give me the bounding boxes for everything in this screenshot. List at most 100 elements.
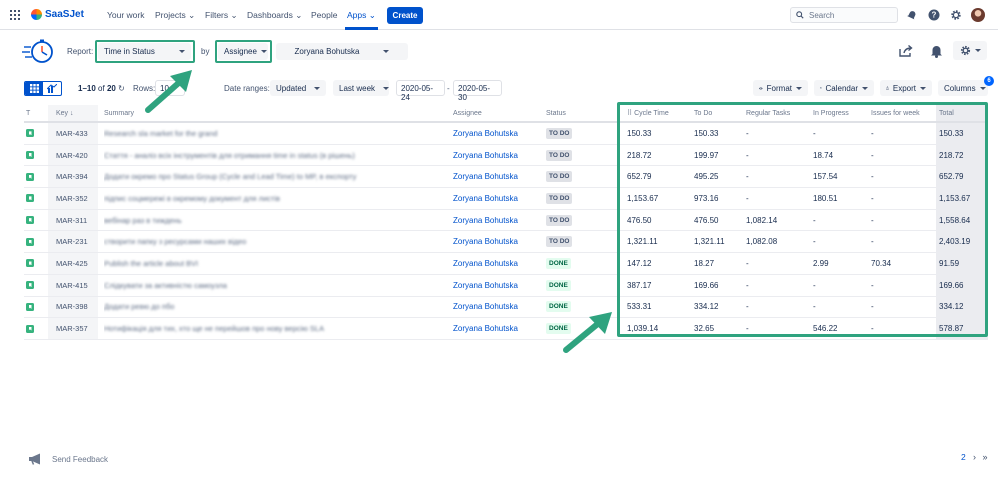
issue-key[interactable]: MAR-398 bbox=[50, 297, 98, 318]
issue-key[interactable]: MAR-352 bbox=[50, 188, 98, 209]
assignee-link[interactable]: Zoryana Bohutska bbox=[453, 166, 543, 187]
assignee-select[interactable]: Zoryana Bohutska bbox=[276, 43, 408, 60]
table-row[interactable]: MAR-425 Publish the article about BVI Zory… bbox=[24, 253, 988, 275]
table-row[interactable]: MAR-311 вебінар раз в тиждень Zoryana Bohu… bbox=[24, 209, 988, 232]
share-icon[interactable] bbox=[897, 42, 915, 60]
summary-cell[interactable]: Стаття - аналіз всіх інструментів для от… bbox=[104, 145, 444, 166]
export-button[interactable]: Export bbox=[880, 80, 932, 96]
notifications-icon[interactable] bbox=[906, 9, 918, 21]
date-from-input[interactable]: 2020-05-24 bbox=[396, 80, 445, 102]
nav-apps[interactable]: Apps ⌄ bbox=[347, 10, 376, 21]
table-row[interactable]: MAR-352 підпис соцмережі в окремому докум… bbox=[24, 188, 988, 210]
chart-view-button[interactable] bbox=[43, 82, 61, 95]
create-button[interactable]: Create bbox=[387, 7, 423, 24]
columns-label: Columns bbox=[944, 83, 976, 93]
refresh-icon[interactable]: ↻ bbox=[118, 84, 125, 93]
table-row[interactable]: MAR-415 Слідкувати за активністю самоузла… bbox=[24, 274, 988, 297]
period-select[interactable]: Last week bbox=[333, 80, 390, 96]
next-page-controls[interactable]: › » bbox=[973, 452, 990, 462]
report-type-select[interactable]: Time in Status bbox=[98, 43, 191, 60]
period-value: Last week bbox=[339, 83, 376, 93]
calendar-button[interactable]: Calendar bbox=[814, 80, 874, 96]
assignee-link[interactable]: Zoryana Bohutska bbox=[453, 275, 543, 296]
col-summary-header[interactable]: Summary bbox=[104, 105, 444, 121]
issue-key[interactable]: MAR-311 bbox=[50, 210, 98, 231]
col-total-header[interactable]: Total bbox=[936, 105, 988, 121]
issues-for-week-cell: - bbox=[871, 237, 874, 247]
nav-dashboards[interactable]: Dashboards ⌄ bbox=[247, 10, 302, 21]
user-avatar[interactable] bbox=[971, 8, 985, 22]
help-icon[interactable]: ? bbox=[928, 9, 940, 21]
col-in-progress-header[interactable]: In Progress bbox=[810, 105, 870, 121]
group-by-select[interactable]: Assignee bbox=[218, 43, 268, 60]
in-progress-cell: - bbox=[813, 215, 816, 225]
nav-filters[interactable]: Filters ⌄ bbox=[205, 10, 238, 21]
col-type-header[interactable]: T bbox=[26, 105, 40, 121]
issue-key[interactable]: MAR-394 bbox=[50, 166, 98, 187]
assignee-link[interactable]: Zoryana Bohutska bbox=[453, 318, 543, 339]
col-todo-header[interactable]: To Do bbox=[691, 105, 741, 121]
assignee-link[interactable]: Zoryana Bohutska bbox=[453, 253, 543, 274]
issue-key[interactable]: MAR-420 bbox=[50, 145, 98, 166]
nav-your-work[interactable]: Your work bbox=[107, 10, 144, 20]
summary-text: Нотифікація для тих, хто ще не перейшов … bbox=[104, 324, 325, 334]
settings-gear-icon[interactable] bbox=[950, 9, 962, 21]
rows-per-page-input[interactable]: 10 bbox=[155, 80, 185, 96]
table-row[interactable]: MAR-357 Нотифікація для тих, хто ще не пе… bbox=[24, 318, 988, 340]
summary-cell[interactable]: Publish the article about BVI bbox=[104, 253, 444, 274]
issue-key[interactable]: MAR-433 bbox=[50, 123, 98, 144]
issue-key[interactable]: MAR-231 bbox=[50, 231, 98, 252]
col-key-header[interactable]: Key ↓ bbox=[50, 105, 98, 121]
summary-cell[interactable]: Додати ревю до пбо bbox=[104, 297, 444, 318]
cycle-time-cell: 652.79 bbox=[627, 172, 652, 182]
date-field-select[interactable]: Updated bbox=[270, 80, 326, 96]
assignee-link[interactable]: Zoryana Bohutska bbox=[453, 145, 543, 166]
report-settings-button[interactable] bbox=[953, 41, 987, 60]
table-row[interactable]: MAR-433 Research sla market for the grand… bbox=[24, 123, 988, 145]
assignee-link[interactable]: Zoryana Bohutska bbox=[453, 210, 543, 231]
nav-people[interactable]: People bbox=[311, 10, 337, 20]
app-switcher-icon[interactable] bbox=[10, 10, 20, 20]
format-button[interactable]: Format bbox=[753, 80, 808, 96]
table-row[interactable]: MAR-394 Додати окремо про Status Group (C… bbox=[24, 166, 988, 189]
drag-handle-icon[interactable]: ⠿ bbox=[627, 109, 632, 117]
assignee-link[interactable]: Zoryana Bohutska bbox=[453, 231, 543, 252]
calendar-label: Calendar bbox=[825, 83, 858, 93]
brand-logo[interactable]: SaaSJet bbox=[31, 9, 84, 20]
nav-projects[interactable]: Projects ⌄ bbox=[155, 10, 195, 21]
col-cycle-time-header[interactable]: ⠿ Cycle Time bbox=[624, 105, 689, 121]
issue-type-cell bbox=[26, 231, 40, 252]
table-row[interactable]: MAR-420 Стаття - аналіз всіх інструментів… bbox=[24, 144, 988, 167]
send-feedback-link[interactable]: Send Feedback bbox=[28, 453, 108, 465]
summary-cell[interactable]: Нотифікація для тих, хто ще не перейшов … bbox=[104, 318, 444, 339]
summary-cell[interactable]: Додати окремо про Status Group (Cycle an… bbox=[104, 166, 444, 187]
table-row[interactable]: MAR-398 Додати ревю до пбо Zoryana Bohutsk… bbox=[24, 296, 988, 319]
search-input[interactable]: Search bbox=[790, 7, 898, 23]
page-2-link[interactable]: 2 bbox=[961, 452, 966, 462]
col-regular-tasks-header[interactable]: Regular Tasks bbox=[743, 105, 808, 121]
summary-cell[interactable]: підпис соцмережі в окремому документ для… bbox=[104, 188, 444, 209]
export-icon bbox=[886, 86, 889, 90]
table-row[interactable]: MAR-231 створити папку з ресурсами наших … bbox=[24, 231, 988, 254]
megaphone-icon bbox=[29, 453, 40, 465]
col-assignee-header[interactable]: Assignee bbox=[453, 105, 543, 121]
date-to-input[interactable]: 2020-05-30 bbox=[453, 80, 502, 102]
total-cell: 218.72 bbox=[939, 150, 964, 160]
assignee-link[interactable]: Zoryana Bohutska bbox=[453, 297, 543, 318]
issue-key[interactable]: MAR-415 bbox=[50, 275, 98, 296]
col-issues-for-week-header[interactable]: Issues for week bbox=[868, 105, 938, 121]
summary-cell[interactable]: Research sla market for the grand bbox=[104, 123, 444, 144]
bell-icon[interactable] bbox=[927, 42, 945, 60]
columns-button[interactable]: Columns bbox=[938, 80, 988, 96]
summary-cell[interactable]: вебінар раз в тиждень bbox=[104, 210, 444, 231]
assignee-link[interactable]: Zoryana Bohutska bbox=[453, 123, 543, 144]
col-status-header[interactable]: Status bbox=[546, 105, 614, 121]
assignee-link[interactable]: Zoryana Bohutska bbox=[453, 188, 543, 209]
issue-key[interactable]: MAR-357 bbox=[50, 318, 98, 339]
summary-cell[interactable]: створити папку з ресурсами наших відео bbox=[104, 231, 444, 252]
summary-cell[interactable]: Слідкувати за активністю самоузла bbox=[104, 275, 444, 296]
in-progress-cell: - bbox=[813, 237, 816, 247]
table-view-button[interactable] bbox=[25, 82, 43, 95]
chevron-down-icon bbox=[383, 50, 390, 53]
issue-key[interactable]: MAR-425 bbox=[50, 253, 98, 274]
